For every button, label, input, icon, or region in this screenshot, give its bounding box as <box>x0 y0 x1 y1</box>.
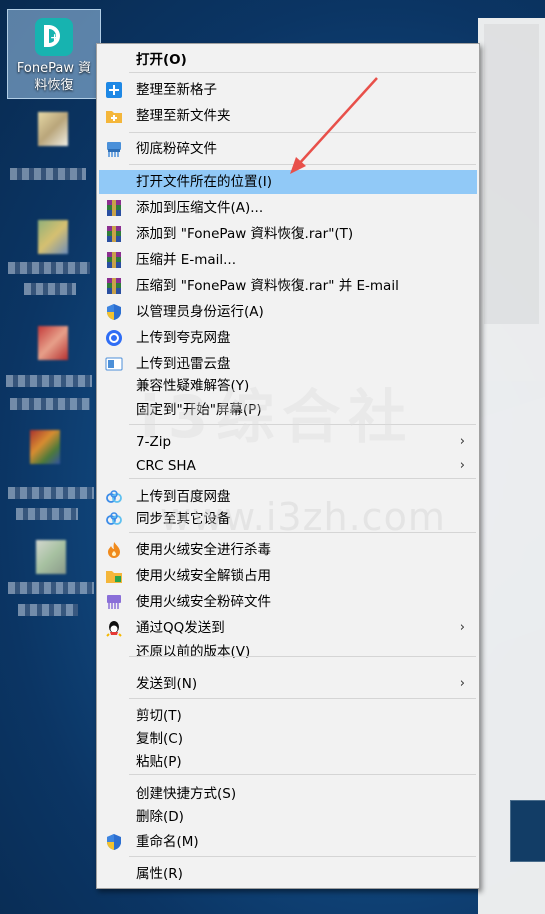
annotation-arrow-line <box>297 77 378 166</box>
annotation-arrow <box>290 77 378 174</box>
